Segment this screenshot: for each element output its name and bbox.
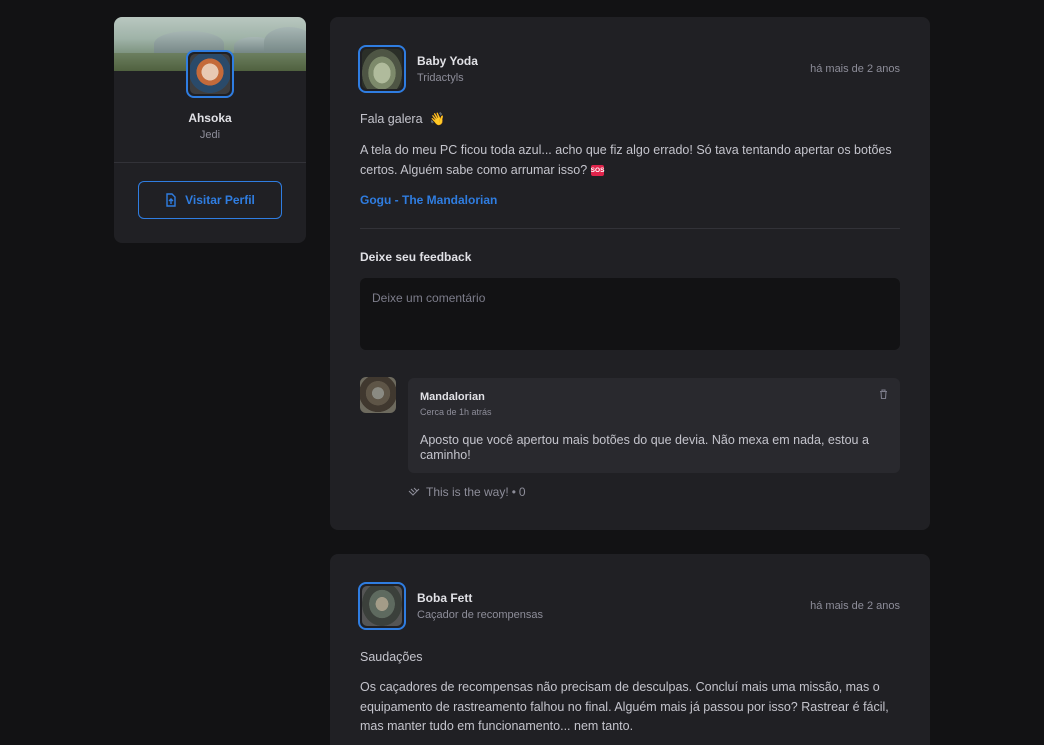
trash-icon[interactable] (879, 389, 888, 402)
post-card: Baby Yoda Tridactyls há mais de 2 anos F… (330, 17, 930, 530)
file-upload-icon (166, 193, 176, 207)
feedback-title: Deixe seu feedback (360, 250, 472, 264)
post-hashtag-link[interactable]: Gogu - The Mandalorian (360, 193, 497, 207)
post-body: A tela do meu PC ficou toda azul... acho… (360, 143, 892, 177)
post-greeting: Fala galera 👋 (360, 112, 446, 126)
comment-input[interactable] (360, 278, 900, 350)
applaud-count: 0 (518, 485, 526, 499)
applaud-label: This is the way! (426, 485, 509, 499)
divider (360, 228, 900, 229)
comment-time: Cerca de 1h atrás (420, 407, 492, 417)
waving-hand-icon: 👋 (429, 112, 446, 126)
post-author-name: Baby Yoda (417, 54, 478, 68)
post-author-name: Boba Fett (417, 591, 473, 605)
post-time: há mais de 2 anos (810, 63, 900, 75)
post-card: Boba Fett Caçador de recompensas há mais… (330, 554, 930, 745)
profile-role: Jedi (199, 129, 221, 141)
applaud-button[interactable]: This is the way! • 0 (408, 485, 526, 499)
comment-author-avatar[interactable] (360, 377, 396, 413)
applaud-separator: • (511, 485, 516, 499)
clapping-hands-icon (408, 487, 420, 496)
post-greeting: Saudações (360, 650, 423, 664)
profile-avatar[interactable] (186, 50, 234, 98)
profile-name: Ahsoka (188, 111, 232, 125)
visit-profile-label: Visitar Perfil (185, 193, 255, 207)
post-author-avatar[interactable] (358, 582, 406, 630)
profile-sidebar: Ahsoka Jedi Visitar Perfil (114, 17, 306, 243)
post-author-avatar[interactable] (358, 45, 406, 93)
divider (114, 162, 306, 163)
visit-profile-button[interactable]: Visitar Perfil (138, 181, 282, 219)
sos-icon: SOS (590, 164, 605, 176)
post-time: há mais de 2 anos (810, 600, 900, 612)
comment-author-name: Mandalorian (420, 391, 485, 403)
comment-box: Mandalorian Cerca de 1h atrás Aposto que… (408, 378, 900, 473)
post-body: Os caçadores de recompensas não precisam… (360, 680, 889, 733)
post-author-role: Tridactyls (417, 72, 464, 84)
comment-text: Aposto que você apertou mais botões do q… (420, 433, 869, 462)
post-author-role: Caçador de recompensas (417, 609, 543, 621)
